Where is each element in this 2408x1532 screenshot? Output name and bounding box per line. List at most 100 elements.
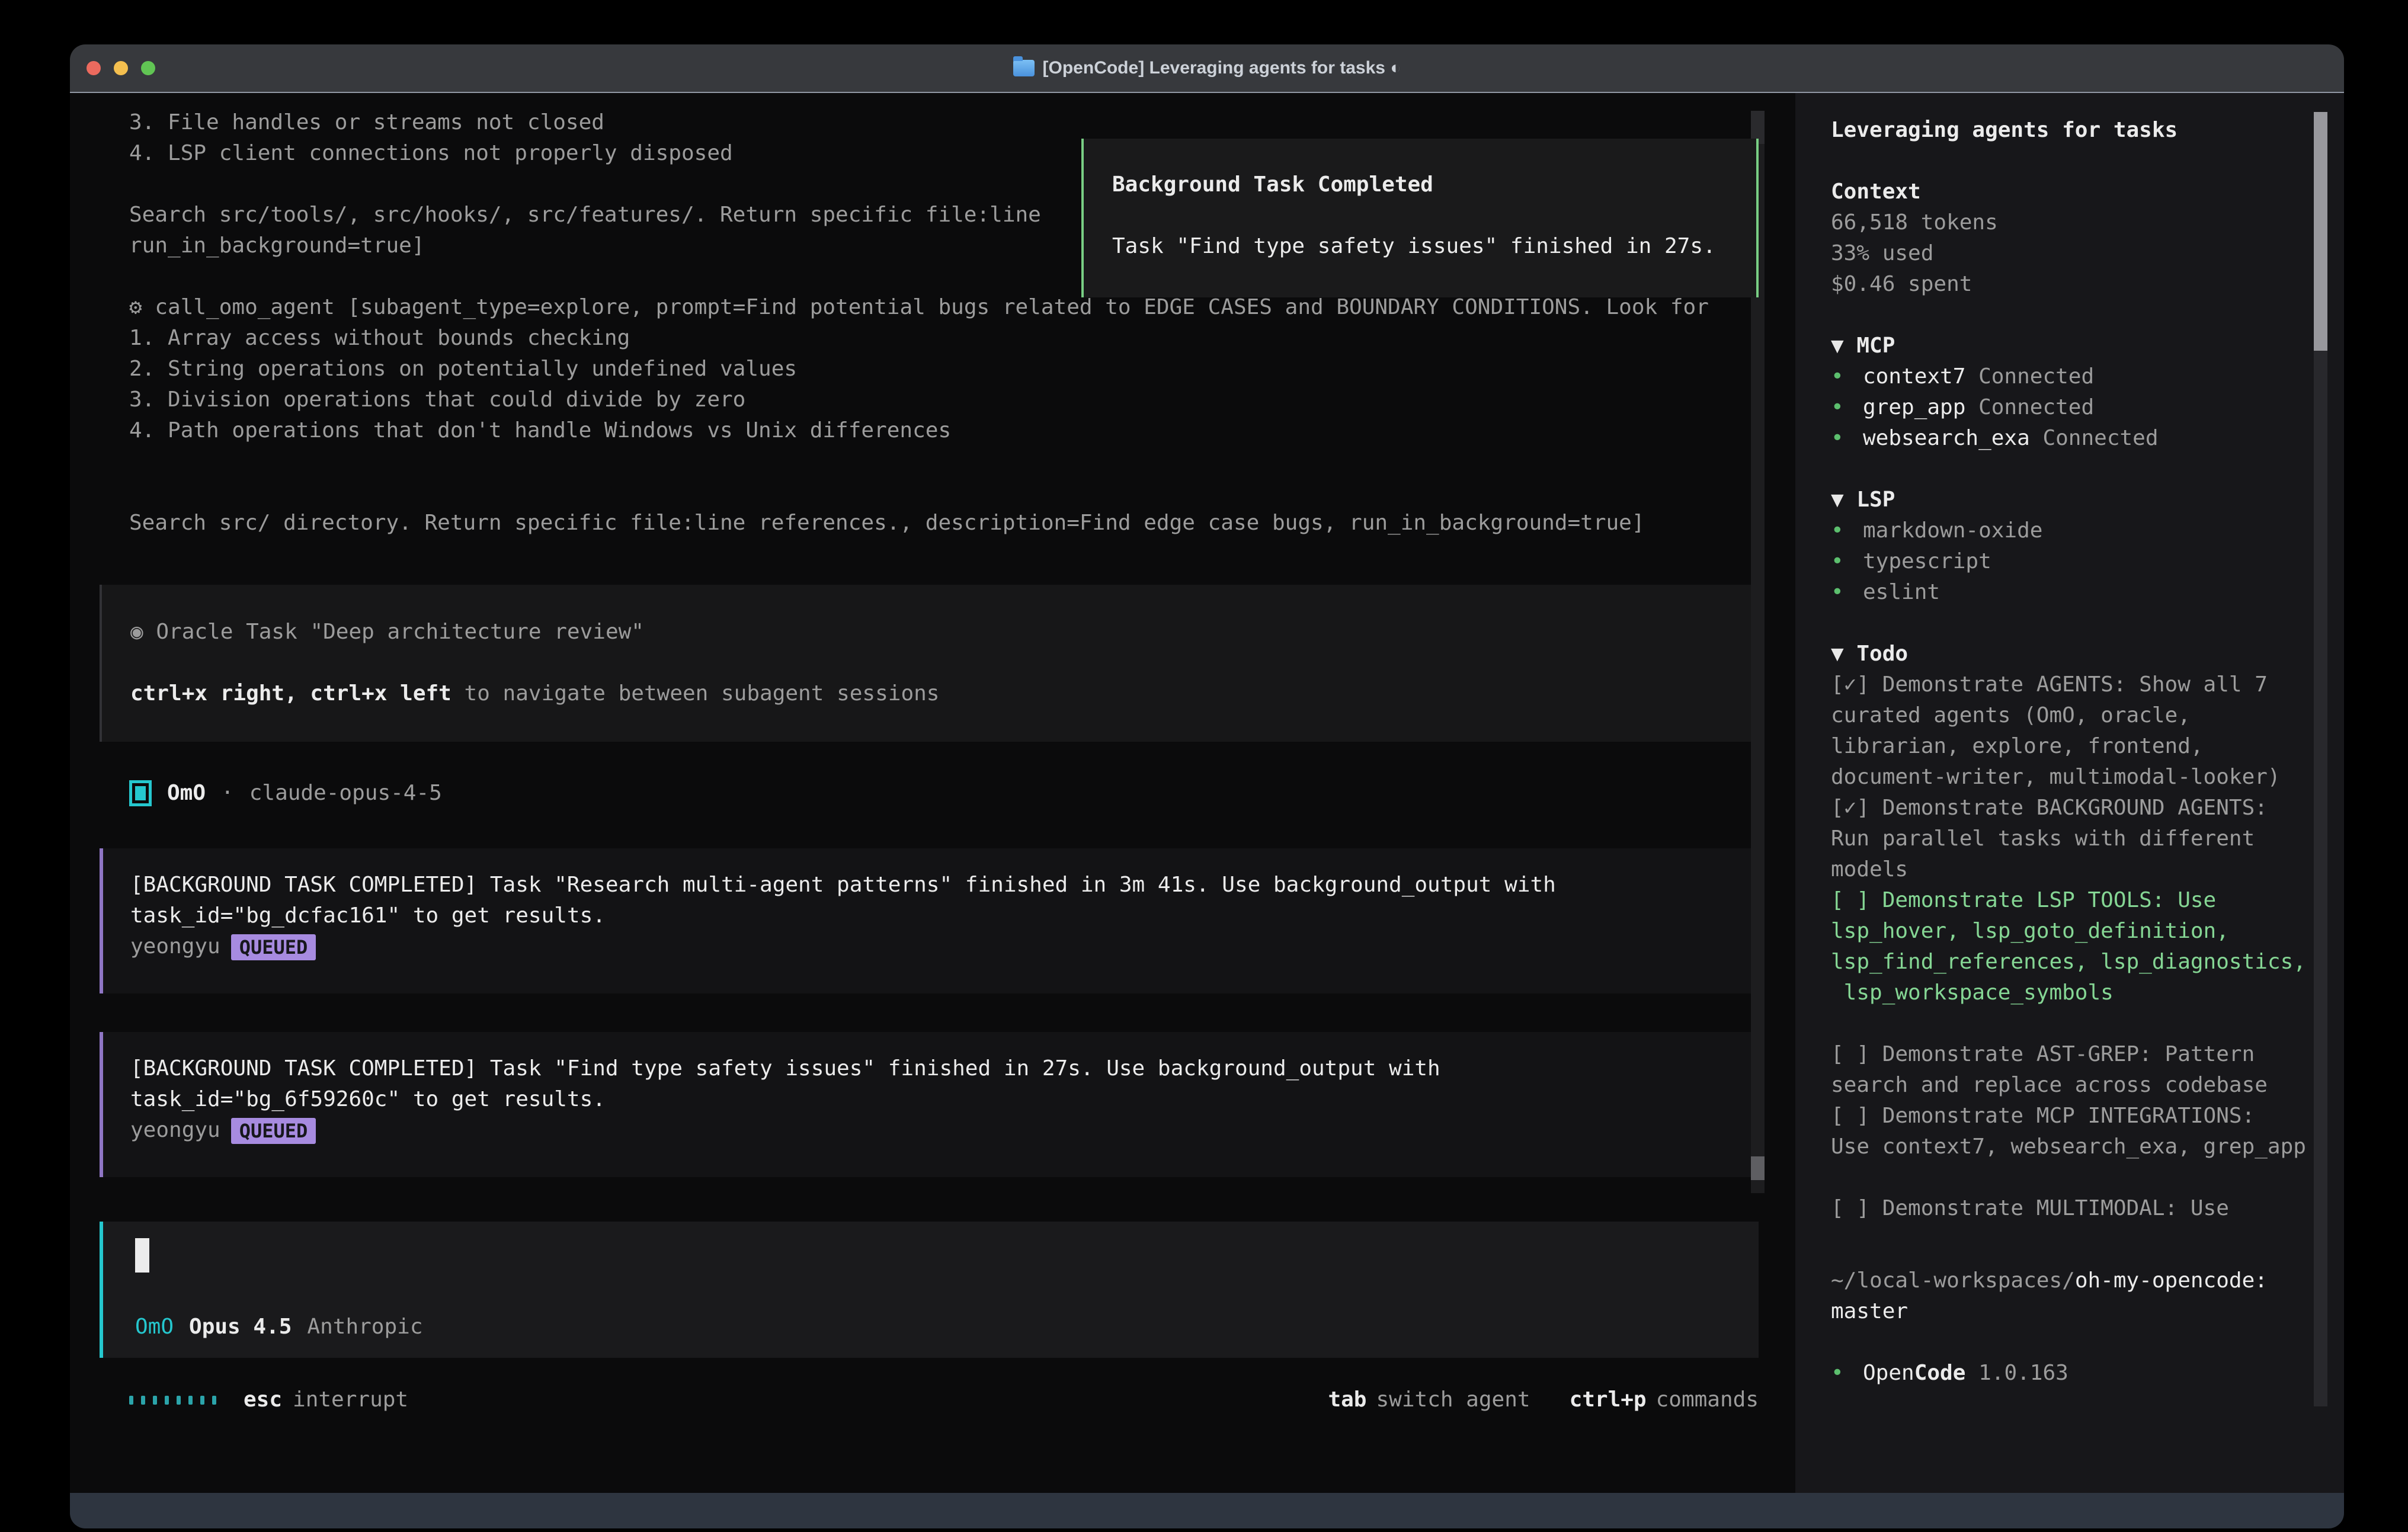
app-version: 1.0.163 — [1978, 1358, 2068, 1389]
task-author: yeongyu — [130, 934, 220, 959]
lsp-section-header[interactable]: ▼ LSP — [1831, 485, 2344, 515]
queued-badge: QUEUED — [231, 934, 316, 960]
status-dot-icon: • — [1831, 577, 1863, 608]
titlebar[interactable]: [OpenCode] Leveraging agents for tasks ◐ — [70, 44, 2344, 92]
activity-dots-icon — [129, 1396, 216, 1405]
chevron-down-icon: ▼ — [1831, 334, 1844, 358]
zoom-button[interactable] — [141, 61, 155, 75]
version-row: •OpenCode 1.0.163 — [1831, 1358, 2344, 1389]
close-button[interactable] — [87, 61, 101, 75]
gear-icon: ⚙ — [129, 295, 142, 319]
agent-header: OmO · claude-opus-4-5 — [129, 778, 442, 809]
app-name: Open — [1863, 1358, 1914, 1389]
sidebar-scrollbar-thumb[interactable] — [2314, 112, 2327, 351]
prompt-input[interactable]: OmO Opus 4.5 Anthropic — [100, 1222, 1759, 1358]
status-dot-icon: • — [1831, 546, 1863, 577]
window-footer-strip — [70, 1493, 2344, 1528]
hint-bar: esc interrupt tab switch agent ctrl+p co… — [129, 1384, 1759, 1415]
window-title: [OpenCode] Leveraging agents for tasks ◐ — [1043, 58, 1401, 78]
todo-item-active: [ ] Demonstrate LSP TOOLS: Use lsp_hover… — [1831, 885, 2344, 1008]
mcp-item: •websearch_exa Connected — [1831, 423, 2344, 454]
hint-label-commands: commands — [1656, 1384, 1759, 1415]
todo-item-pending: [ ] Demonstrate AST-GREP: Pattern search… — [1831, 1039, 2344, 1101]
background-task-message: [BACKGROUND TASK COMPLETED] Task "Find t… — [100, 1032, 1759, 1177]
agent-name: OmO — [167, 778, 206, 809]
session-sidebar: Leveraging agents for tasks Context 66,5… — [1795, 93, 2344, 1493]
background-task-toast: Background Task Completed Task "Find typ… — [1081, 139, 1759, 297]
terminal-main-pane: 3. File handles or streams not closed 4.… — [70, 93, 1795, 1493]
lsp-item: •typescript — [1831, 546, 2344, 577]
tool-call-text: call_omo_agent [subagent_type=explore, p… — [142, 295, 1709, 319]
oracle-hint-rest: to navigate between subagent sessions — [451, 681, 940, 706]
todo-item-pending: [ ] Demonstrate MCP INTEGRATIONS: Use co… — [1831, 1101, 2344, 1162]
status-dot-icon: • — [1831, 515, 1863, 546]
todo-item-done: [✓] Demonstrate BACKGROUND AGENTS: Run p… — [1831, 793, 2344, 885]
task-message-line: [BACKGROUND TASK COMPLETED] Task "Resear… — [130, 870, 1759, 900]
folder-icon — [1013, 60, 1035, 76]
agent-model: claude-opus-4-5 — [249, 778, 442, 809]
task-meta-row: yeongyu QUEUED — [130, 931, 1759, 962]
radio-circle-icon: ◉ — [130, 620, 143, 644]
lsp-item: •eslint — [1831, 577, 2344, 608]
task-message-line: [BACKGROUND TASK COMPLETED] Task "Find t… — [130, 1053, 1759, 1084]
oracle-hint-line: ctrl+x right, ctrl+x left to navigate be… — [130, 678, 1759, 709]
context-spent: $0.46 spent — [1831, 269, 2344, 300]
mcp-section-header[interactable]: ▼ MCP — [1831, 331, 2344, 361]
window-title-area: [OpenCode] Leveraging agents for tasks ◐ — [70, 58, 2344, 78]
chevron-down-icon: ▼ — [1831, 488, 1844, 512]
scrollback-line: 3. Division operations that could divide… — [129, 384, 1759, 415]
text-cursor — [135, 1238, 149, 1273]
oracle-task-box: ◉ Oracle Task "Deep architecture review"… — [100, 585, 1759, 742]
hint-label-switch-agent: switch agent — [1376, 1384, 1530, 1415]
context-heading: Context — [1831, 177, 2344, 207]
context-tokens: 66,518 tokens — [1831, 207, 2344, 238]
hint-key-ctrlp: ctrl+p — [1570, 1384, 1647, 1415]
queued-badge: QUEUED — [231, 1118, 316, 1144]
toast-title: Background Task Completed — [1112, 169, 1756, 200]
scrollback-line: 3. File handles or streams not closed — [129, 107, 1759, 138]
lsp-item: •markdown-oxide — [1831, 515, 2344, 546]
task-message-line: task_id="bg_dcfac161" to get results. — [130, 900, 1759, 931]
scrollback-line: Search src/ directory. Return specific f… — [129, 508, 1759, 539]
provider-label: Anthropic — [307, 1312, 422, 1342]
scrollback-line: 4. Path operations that don't handle Win… — [129, 415, 1759, 446]
chevron-down-icon: ▼ — [1831, 642, 1844, 666]
oracle-task-line: ◉ Oracle Task "Deep architecture review" — [130, 617, 1759, 648]
scrollback-line: 2. String operations on potentially unde… — [129, 354, 1759, 384]
todo-item-pending: [ ] Demonstrate MULTIMODAL: Use — [1831, 1193, 2344, 1224]
input-status-row: OmO Opus 4.5 Anthropic — [135, 1312, 423, 1342]
sidebar-scrollbar[interactable] — [2314, 112, 2327, 1406]
todo-item-done: [✓] Demonstrate AGENTS: Show all 7 curat… — [1831, 669, 2344, 793]
terminal-window: [OpenCode] Leveraging agents for tasks ◐… — [70, 44, 2344, 1528]
toast-body: Task "Find type safety issues" finished … — [1112, 231, 1756, 262]
oracle-task-text: Oracle Task "Deep architecture review" — [143, 620, 644, 644]
oracle-hint-keys: ctrl+x right, ctrl+x left — [130, 681, 451, 706]
status-dot-icon: • — [1831, 423, 1863, 454]
active-agent-label: OmO — [135, 1312, 174, 1342]
minimize-button[interactable] — [114, 61, 128, 75]
hint-key-esc: esc — [244, 1384, 282, 1415]
workspace-path: ~/local-workspaces/ — [1831, 1268, 2075, 1293]
agent-square-icon — [129, 780, 152, 806]
hint-key-tab: tab — [1328, 1384, 1366, 1415]
context-used: 33% used — [1831, 238, 2344, 269]
status-dot-icon: • — [1831, 1358, 1863, 1389]
workspace-branch: master — [1831, 1296, 2344, 1327]
main-scrollbar-thumb[interactable] — [1751, 1156, 1765, 1180]
workspace-repo: oh-my-opencode: — [2075, 1268, 2268, 1293]
task-meta-row: yeongyu QUEUED — [130, 1115, 1759, 1146]
hint-label-interrupt: interrupt — [293, 1384, 408, 1415]
window-controls — [70, 61, 155, 75]
scrollback-line: 1. Array access without bounds checking — [129, 323, 1759, 354]
status-dot-icon: • — [1831, 392, 1863, 423]
separator-dot: · — [221, 778, 234, 809]
status-dot-icon: • — [1831, 361, 1863, 392]
mcp-item: •context7 Connected — [1831, 361, 2344, 392]
mcp-item: •grep_app Connected — [1831, 392, 2344, 423]
task-message-line: task_id="bg_6f59260c" to get results. — [130, 1084, 1759, 1115]
todo-section-header[interactable]: ▼ Todo — [1831, 639, 2344, 669]
background-task-message: [BACKGROUND TASK COMPLETED] Task "Resear… — [100, 848, 1759, 993]
workspace-info: ~/local-workspaces/oh-my-opencode: maste… — [1831, 1265, 2344, 1327]
active-model-label: Opus 4.5 — [189, 1312, 292, 1342]
task-author: yeongyu — [130, 1118, 220, 1142]
